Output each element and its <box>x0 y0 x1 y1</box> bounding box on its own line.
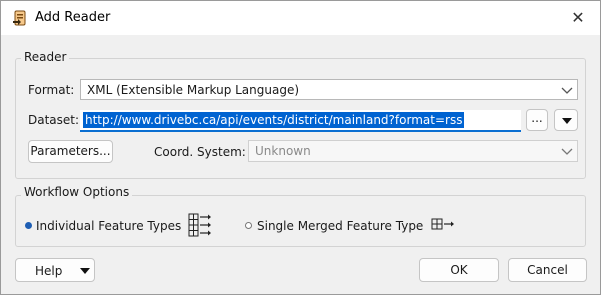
single-merged-feature-type-radio[interactable] <box>245 222 252 229</box>
dataset-input[interactable]: http://www.drivebc.ca/api/events/distric… <box>80 110 521 132</box>
cancel-button[interactable]: Cancel <box>508 258 587 282</box>
dataset-dropdown-button[interactable] <box>554 109 578 131</box>
app-reader-icon <box>13 10 26 26</box>
help-button-label: Help <box>35 264 63 278</box>
individual-feature-types-radio[interactable] <box>25 222 32 229</box>
dataset-input-value: http://www.drivebc.ca/api/events/distric… <box>83 112 465 128</box>
single-merged-feature-type-label[interactable]: Single Merged Feature Type <box>257 219 423 233</box>
format-select[interactable]: XML (Extensible Markup Language) <box>80 79 578 100</box>
coord-system-select[interactable]: Unknown <box>248 140 578 162</box>
individual-feature-types-label[interactable]: Individual Feature Types <box>36 219 181 233</box>
reader-group-label: Reader <box>21 50 70 64</box>
dataset-label: Dataset: <box>28 113 80 127</box>
browse-dataset-button[interactable]: ... <box>526 109 548 131</box>
caret-down-icon <box>80 268 90 274</box>
window-title: Add Reader <box>35 10 111 25</box>
close-button[interactable]: ✕ <box>566 7 590 29</box>
parameters-button[interactable]: Parameters... <box>28 140 113 163</box>
caret-down-icon <box>562 118 572 124</box>
format-select-value: XML (Extensible Markup Language) <box>87 83 300 97</box>
coord-system-label: Coord. System: <box>154 145 246 159</box>
add-reader-dialog: Add Reader ✕ Reader Format: XML (Extensi… <box>0 0 601 295</box>
chevron-down-icon <box>561 148 573 155</box>
title-bar[interactable]: Add Reader ✕ <box>1 1 600 35</box>
individual-feature-types-icon <box>188 213 211 237</box>
workflow-options-label: Workflow Options <box>21 185 133 199</box>
chevron-down-icon <box>561 87 573 94</box>
format-label: Format: <box>28 83 75 97</box>
single-merged-feature-type-icon <box>431 218 454 230</box>
coord-system-value: Unknown <box>255 144 311 158</box>
help-button[interactable]: Help <box>15 258 95 282</box>
ok-button[interactable]: OK <box>419 258 499 282</box>
